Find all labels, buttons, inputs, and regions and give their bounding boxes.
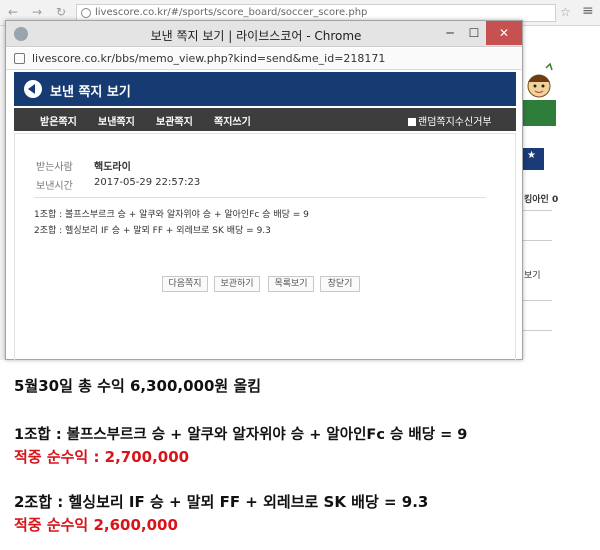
background-url-text: livescore.co.kr/#/sports/score_board/soc… [95, 7, 368, 18]
back-circle-icon[interactable] [24, 80, 42, 98]
back-arrow-icon[interactable]: ← [8, 5, 18, 19]
checkbox-icon[interactable] [408, 118, 416, 126]
window-title: 보낸 쪽지 보기 | 라이브스코어 - Chrome [150, 29, 362, 43]
popup-address-bar[interactable]: livescore.co.kr/bbs/memo_view.php?kind=s… [6, 48, 522, 70]
menu-icon[interactable]: ≡ [582, 3, 594, 19]
memo-header: 보낸 쪽지 보기 [14, 72, 516, 106]
sent-time-value: 2017-05-29 22:57:23 [94, 177, 201, 188]
next-memo-button[interactable]: 다음쪽지 [162, 276, 208, 292]
page-title: 보낸 쪽지 보기 [50, 85, 131, 100]
combo2-profit: 적중 순수익 2,600,000 [14, 516, 178, 534]
close-window-button[interactable]: 창닫기 [320, 276, 360, 292]
combo1-text: 1조합 : 볼프스부르크 승 + 알쿠와 알자위야 승 + 알아인Fc 승 배당… [14, 427, 468, 443]
chrome-icon [14, 27, 28, 41]
summary-text: 5월30일 총 수익 6,300,000원 올킴 [14, 377, 262, 395]
side-text-2[interactable]: 보기 [524, 268, 541, 281]
sent-time-label: 보낸시간 [36, 181, 73, 192]
random-refuse-checkbox[interactable]: 랜덤쪽지수신거부 [408, 113, 492, 128]
emblem-star-icon: ★ [527, 150, 536, 161]
tab-received[interactable]: 받은쪽지 [40, 113, 77, 128]
minimize-icon[interactable]: ─ [438, 21, 462, 45]
divider [34, 197, 486, 198]
recipient-value: 핵도라이 [94, 162, 131, 173]
recipient-label: 받는사람 [36, 162, 73, 173]
memo-content [14, 133, 516, 361]
bookmark-star-icon[interactable]: ☆ [560, 5, 571, 19]
tab-saved[interactable]: 보관쪽지 [156, 113, 193, 128]
side-divider [522, 210, 552, 211]
memo-line-2: 2조합 : 헬싱보리 IF 승 + 말뫼 FF + 외레브로 SK 배당 = 9… [34, 226, 271, 236]
mascot-image [522, 62, 556, 126]
random-refuse-label: 랜덤쪽지수신거부 [418, 117, 492, 128]
info-icon [81, 8, 91, 18]
side-divider [522, 240, 552, 241]
reload-icon[interactable]: ↻ [56, 5, 66, 19]
forward-arrow-icon[interactable]: → [32, 5, 42, 19]
combo1-profit: 적중 순수익 : 2,700,000 [14, 448, 190, 466]
combo2-text: 2조합 : 헬싱보리 IF 승 + 말뫼 FF + 외레브로 SK 배당 = 9… [14, 493, 429, 511]
list-button[interactable]: 목록보기 [268, 276, 314, 292]
side-text-1: 킹아인 0 [524, 195, 559, 205]
popup-url-text: livescore.co.kr/bbs/memo_view.php?kind=s… [32, 52, 386, 65]
memo-line-1: 1조합 : 볼프스부르크 승 + 알쿠와 알자위야 승 + 알아인Fc 승 배당… [34, 210, 309, 220]
tab-sent[interactable]: 보낸쪽지 [98, 113, 135, 128]
memo-tabs: 받은쪽지 보낸쪽지 보관쪽지 쪽지쓰기 랜덤쪽지수신거부 [14, 108, 516, 131]
close-icon[interactable]: ✕ [486, 21, 522, 45]
memo-popup-window: 보낸 쪽지 보기 | 라이브스코어 - Chrome ─ ☐ ✕ livesco… [5, 20, 523, 361]
window-title-bar[interactable]: 보낸 쪽지 보기 | 라이브스코어 - Chrome ─ ☐ ✕ [6, 21, 522, 47]
side-divider [522, 330, 552, 331]
page-icon [14, 53, 25, 64]
save-memo-button[interactable]: 보관하기 [214, 276, 260, 292]
tab-write[interactable]: 쪽지쓰기 [214, 113, 251, 128]
maximize-icon[interactable]: ☐ [462, 21, 486, 45]
side-divider [522, 300, 552, 301]
